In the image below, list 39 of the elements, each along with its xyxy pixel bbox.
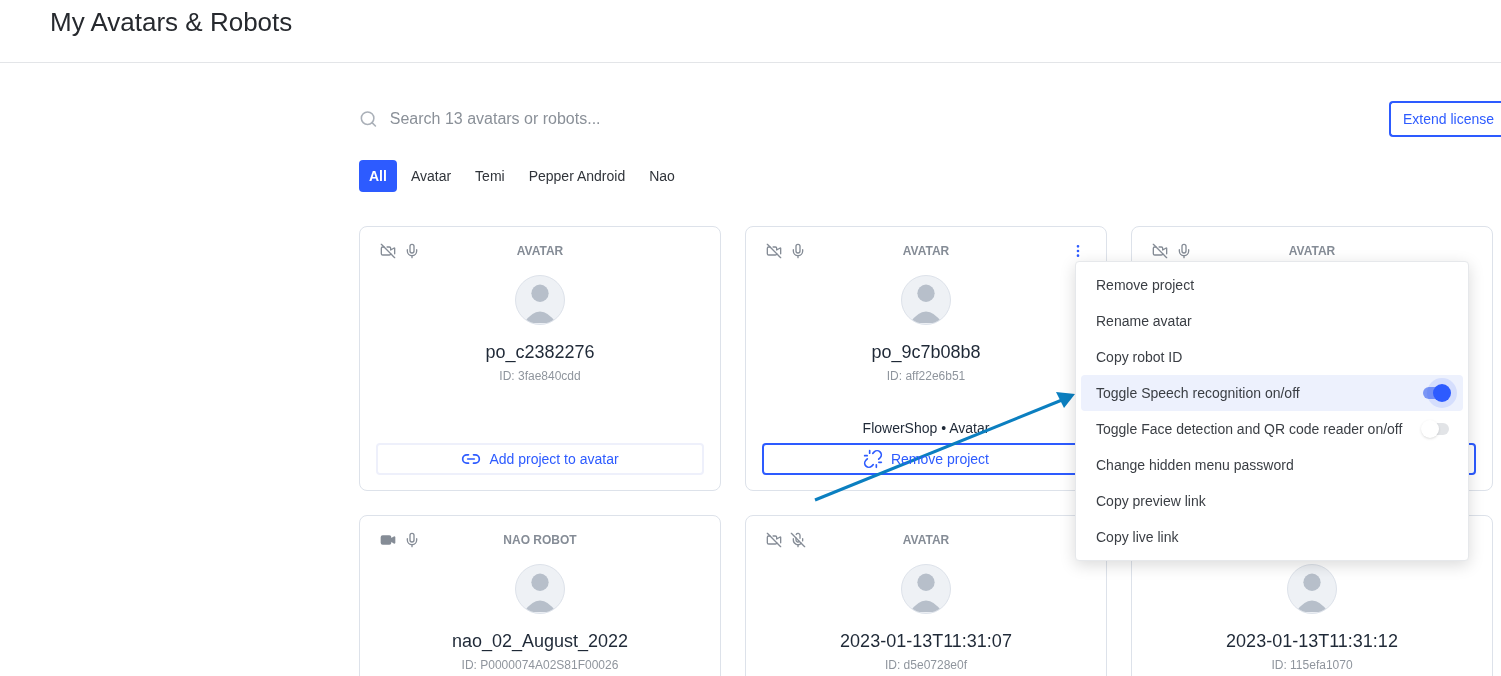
filter-tab[interactable]: Temi	[465, 160, 515, 192]
avatar-placeholder	[901, 275, 951, 325]
filter-tab[interactable]: Nao	[639, 160, 685, 192]
card-type: AVATAR	[902, 243, 950, 259]
card-type: AVATAR	[902, 532, 950, 548]
menu-item[interactable]: Toggle Speech recognition on/off	[1081, 375, 1463, 411]
card-type: NAO ROBOT	[503, 532, 577, 548]
avatar-id: ID: 115efa1070	[1271, 657, 1353, 673]
avatar-name: 2023-01-13T11:31:12	[1226, 630, 1398, 653]
avatar-name: po_9c7b08b8	[871, 341, 981, 365]
unlink-icon	[862, 449, 883, 469]
menu-item[interactable]: Remove project	[1081, 267, 1463, 303]
toggle-switch[interactable]	[1423, 387, 1449, 399]
filter-tab[interactable]: All	[359, 160, 397, 192]
avatar-id: ID: d5e0728e0f	[884, 657, 968, 673]
add-project-button[interactable]: Add project to avatar	[376, 443, 704, 475]
menu-item[interactable]: Copy robot ID	[1081, 339, 1463, 375]
avatar-placeholder	[901, 564, 951, 614]
avatar-id: ID: P0000074A02S81F00026	[461, 657, 619, 673]
search-field[interactable]: Search 13 avatars or robots...	[389, 107, 859, 131]
page-title: My Avatars & Robots	[50, 5, 293, 39]
avatar-placeholder	[515, 564, 565, 614]
extend-license-button[interactable]: Extend license	[1389, 101, 1501, 137]
card-type: AVATAR	[516, 243, 564, 259]
avatar-name: 2023-01-13T11:31:07	[840, 630, 1012, 653]
avatar-id: ID: aff22e6b51	[886, 368, 966, 384]
filter-tab[interactable]: Avatar	[400, 160, 462, 192]
card-type: AVATAR	[1288, 243, 1336, 259]
avatar-name: nao_02_August_2022	[451, 630, 629, 654]
toggle-switch[interactable]	[1423, 423, 1449, 435]
filter-tab[interactable]: Pepper Android	[518, 160, 636, 192]
avatar-placeholder	[1287, 564, 1337, 614]
avatar-id: ID: 3fae840cdd	[499, 368, 581, 384]
avatar-placeholder	[515, 275, 565, 325]
menu-item[interactable]: Rename avatar	[1081, 303, 1463, 339]
search-icon	[359, 109, 378, 129]
menu-item[interactable]: Copy preview link	[1081, 483, 1463, 519]
menu-item[interactable]: Copy live link	[1081, 519, 1463, 555]
avatar-name: po_c2382276	[485, 341, 595, 365]
